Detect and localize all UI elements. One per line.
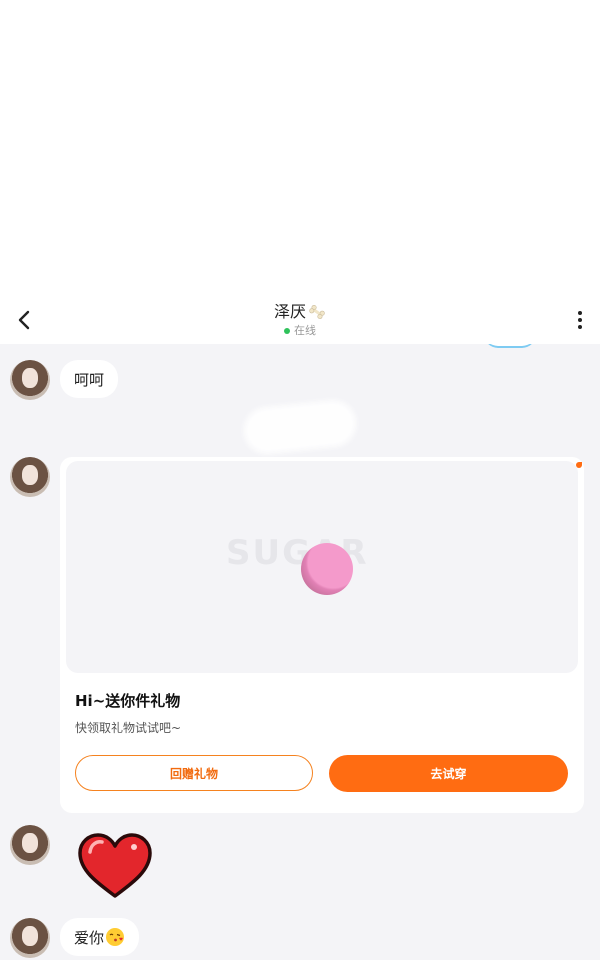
blank-top-area — [0, 0, 600, 296]
gift-card[interactable]: SUGAR Hi~送你件礼物 快领取礼物试试吧~ 回赠礼物 去试穿 — [60, 457, 584, 813]
online-dot — [284, 328, 290, 334]
return-gift-button[interactable]: 回赠礼物 — [75, 755, 313, 791]
blurred-overlay — [241, 398, 359, 456]
gift-subtitle: 快领取礼物试试吧~ — [75, 721, 182, 735]
message-text: 爱你 — [74, 928, 105, 947]
chat-title-area: 泽厌 在线 — [200, 302, 400, 338]
gift-ball-icon — [301, 543, 353, 595]
face-blowing-kiss-icon — [106, 928, 125, 946]
more-options-button[interactable] — [570, 306, 590, 334]
avatar[interactable] — [10, 457, 50, 497]
previous-message-edge — [484, 344, 536, 348]
sticker-message[interactable] — [76, 832, 154, 900]
try-on-button[interactable]: 去试穿 — [329, 755, 568, 792]
message-bubble[interactable]: 呵呵 — [60, 360, 119, 398]
card-corner-mark — [576, 462, 582, 468]
online-status: 在线 — [200, 324, 400, 338]
avatar[interactable] — [10, 825, 50, 865]
chevron-left-icon — [18, 310, 30, 330]
gift-title: Hi~送你件礼物 — [75, 692, 181, 710]
contact-name: 泽厌 — [273, 302, 306, 321]
back-button[interactable] — [10, 306, 38, 334]
chat-screen: 泽厌 在线 呵呵 SUGAR Hi~送你件礼物 快领取礼物试试吧~ 回赠礼物 去… — [0, 0, 600, 960]
more-vertical-icon — [578, 311, 582, 329]
message-list[interactable]: 呵呵 SUGAR Hi~送你件礼物 快领取礼物试试吧~ 回赠礼物 去试穿 爱你 — [0, 344, 600, 960]
message-bubble[interactable]: 爱你 — [60, 918, 140, 956]
chat-header: 泽厌 在线 — [0, 296, 600, 344]
status-text: 在线 — [294, 324, 316, 337]
avatar[interactable] — [10, 918, 50, 958]
gift-image: SUGAR — [66, 461, 578, 673]
bone-icon — [309, 305, 325, 319]
red-heart-icon — [78, 833, 152, 898]
avatar[interactable] — [10, 360, 50, 400]
message-text: 呵呵 — [74, 370, 105, 389]
